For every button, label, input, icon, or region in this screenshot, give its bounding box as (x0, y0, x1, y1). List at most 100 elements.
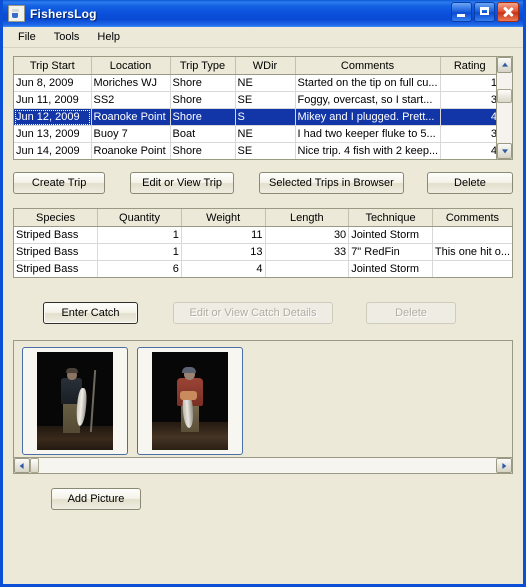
catch-col-length[interactable]: Length (265, 209, 350, 227)
scroll-track[interactable] (497, 73, 512, 143)
catch-table-panel: Species Quantity Weight Length Technique… (13, 208, 513, 278)
trip-cell-comments: Mikey and I plugged. Prett... (295, 108, 441, 126)
catch-cell-weight: 11 (181, 226, 266, 244)
table-row-selected[interactable]: Jun 12, 2009 Roanoke Point Shore S Mikey… (14, 108, 496, 126)
minimize-button[interactable] (451, 2, 472, 22)
photo-thumbnail-1[interactable] (22, 347, 128, 455)
trip-cell-rating: 4 (440, 142, 496, 159)
close-button[interactable] (497, 2, 519, 22)
trip-col-wdir[interactable]: WDir (235, 57, 296, 75)
catch-col-weight[interactable]: Weight (181, 209, 266, 227)
photo-panel (13, 340, 513, 474)
catch-cell-species: Striped Bass (14, 226, 99, 244)
catch-cell-comments: This one hit o... (432, 243, 512, 261)
table-row[interactable]: Jun 11, 2009 SS2 Shore SE Foggy, overcas… (14, 91, 496, 109)
trip-col-trip-start[interactable]: Trip Start (14, 57, 92, 75)
catch-col-species[interactable]: Species (14, 209, 99, 227)
trip-cell-rating: 3 (440, 125, 496, 143)
trip-cell-trip-type: Shore (170, 108, 236, 126)
catch-cell-species: Striped Bass (14, 243, 99, 261)
catch-button-row: Enter Catch Edit or View Catch Details D… (13, 302, 513, 324)
photo-horizontal-scrollbar[interactable] (14, 457, 512, 473)
table-row[interactable]: Jun 13, 2009 Buoy 7 Boat NE I had two ke… (14, 125, 496, 143)
menu-bar: File Tools Help (3, 27, 523, 48)
catch-col-comments[interactable]: Comments (432, 209, 512, 227)
catch-cell-length: 30 (265, 226, 350, 244)
trip-cell-location: Roanoke Point (91, 142, 171, 159)
catch-cell-weight: 13 (181, 243, 266, 261)
add-picture-button[interactable]: Add Picture (51, 488, 141, 510)
menu-item-file[interactable]: File (9, 29, 45, 45)
trip-cell-location: Buoy 7 (91, 125, 171, 143)
trip-cell-trip-type: Shore (170, 74, 236, 92)
trip-cell-trip-type: Shore (170, 142, 236, 159)
trip-button-row: Create Trip Edit or View Trip Selected T… (13, 172, 513, 194)
enter-catch-button[interactable]: Enter Catch (43, 302, 138, 324)
trip-cell-rating: 3 (440, 91, 496, 109)
catch-cell-comments (432, 260, 512, 277)
scroll-thumb[interactable] (497, 89, 512, 103)
table-row[interactable]: Jun 14, 2009 Roanoke Point Shore SE Nice… (14, 142, 496, 159)
photo-thumbnail-2[interactable] (137, 347, 243, 455)
create-trip-button[interactable]: Create Trip (13, 172, 106, 194)
menu-item-help[interactable]: Help (88, 29, 129, 45)
trip-cell-trip-start: Jun 12, 2009 (14, 108, 92, 126)
delete-trip-button[interactable]: Delete (426, 172, 513, 194)
catch-cell-quantity: 6 (97, 260, 182, 277)
photo-scroll-thumb[interactable] (30, 458, 39, 473)
main-content: Trip Start Location Trip Type WDir Comme… (3, 48, 523, 584)
trip-col-rating[interactable]: Rating (440, 57, 496, 75)
catch-cell-technique: Jointed Storm (348, 226, 433, 244)
delete-catch-button[interactable]: Delete (366, 302, 456, 324)
table-row[interactable]: Striped Bass 1 13 33 7" RedFin This one … (14, 243, 512, 261)
table-row[interactable]: Jun 8, 2009 Moriches WJ Shore NE Started… (14, 74, 496, 92)
catch-cell-length: 33 (265, 243, 350, 261)
maximize-button[interactable] (474, 2, 495, 22)
scroll-up-icon[interactable] (497, 57, 512, 73)
scroll-left-icon[interactable] (14, 458, 30, 473)
trip-cell-wdir: NE (235, 125, 296, 143)
trip-col-location[interactable]: Location (91, 57, 171, 75)
trip-cell-wdir: SE (235, 142, 296, 159)
fishing-photo-image (37, 352, 113, 450)
edit-or-view-trip-button[interactable]: Edit or View Trip (130, 172, 234, 194)
catch-table[interactable]: Species Quantity Weight Length Technique… (14, 209, 512, 277)
photo-button-row: Add Picture (13, 488, 513, 510)
trip-table-vertical-scrollbar[interactable] (496, 57, 512, 159)
trip-cell-comments: Nice trip. 4 fish with 2 keep... (295, 142, 441, 159)
catch-cell-quantity: 1 (97, 243, 182, 261)
catch-table-header-row: Species Quantity Weight Length Technique… (14, 209, 512, 227)
trip-cell-trip-start: Jun 13, 2009 (14, 125, 92, 143)
title-bar[interactable]: FishersLog (3, 0, 523, 27)
trip-table[interactable]: Trip Start Location Trip Type WDir Comme… (14, 57, 496, 159)
trip-cell-location: Moriches WJ (91, 74, 171, 92)
java-coffee-cup-icon (8, 5, 25, 22)
trip-cell-wdir: S (235, 108, 296, 126)
trip-cell-rating: 1 (440, 74, 496, 92)
catch-cell-comments (432, 226, 512, 244)
trip-cell-comments: Started on the tip on full cu... (295, 74, 441, 92)
scroll-down-icon[interactable] (497, 143, 512, 159)
trip-cell-location: Roanoke Point (91, 108, 171, 126)
menu-item-tools[interactable]: Tools (45, 29, 89, 45)
table-row[interactable]: Striped Bass 6 4 Jointed Storm (14, 260, 512, 277)
catch-col-quantity[interactable]: Quantity (97, 209, 182, 227)
trip-cell-comments: Foggy, overcast, so I start... (295, 91, 441, 109)
scroll-right-icon[interactable] (496, 458, 512, 473)
trip-cell-rating: 4 (440, 108, 496, 126)
trip-col-comments[interactable]: Comments (295, 57, 441, 75)
trip-cell-comments: I had two keeper fluke to 5... (295, 125, 441, 143)
window-controls (451, 2, 519, 22)
catch-cell-technique: Jointed Storm (348, 260, 433, 277)
trip-cell-trip-type: Boat (170, 125, 236, 143)
photo-scroll-track[interactable] (30, 458, 496, 473)
trip-cell-wdir: SE (235, 91, 296, 109)
table-row[interactable]: Striped Bass 1 11 30 Jointed Storm (14, 226, 512, 244)
edit-or-view-catch-details-button[interactable]: Edit or View Catch Details (173, 302, 333, 324)
selected-trips-in-browser-button[interactable]: Selected Trips in Browser (258, 172, 404, 194)
catch-col-technique[interactable]: Technique (348, 209, 433, 227)
photo-strip (14, 341, 512, 457)
trip-col-trip-type[interactable]: Trip Type (170, 57, 236, 75)
catch-cell-species: Striped Bass (14, 260, 99, 277)
window-title: FishersLog (30, 6, 97, 21)
